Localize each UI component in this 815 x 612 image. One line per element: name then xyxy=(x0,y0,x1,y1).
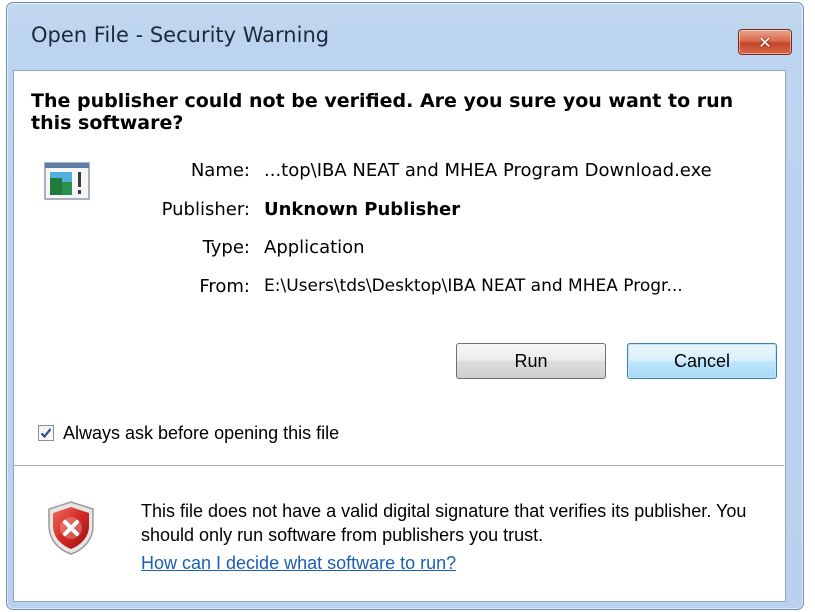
close-icon: ✕ xyxy=(758,32,772,52)
checkmark-icon xyxy=(40,428,52,439)
from-value: E:\Users\tds\Desktop\IBA NEAT and MHEA P… xyxy=(264,276,683,296)
always-ask-label[interactable]: Always ask before opening this file xyxy=(63,423,339,444)
run-button[interactable]: Run xyxy=(456,343,606,379)
from-label: From: xyxy=(199,276,250,297)
close-button[interactable]: ✕ xyxy=(738,29,792,55)
publisher-label: Publisher: xyxy=(161,199,250,220)
name-label: Name: xyxy=(190,160,250,181)
title-bar[interactable]: Open File - Security Warning ✕ xyxy=(7,3,803,73)
from-row: From: E:\Users\tds\Desktop\IBA NEAT and … xyxy=(0,276,815,302)
publisher-row: Publisher: Unknown Publisher xyxy=(0,199,815,225)
publisher-value: Unknown Publisher xyxy=(264,199,461,220)
type-label: Type: xyxy=(202,237,250,258)
cancel-button[interactable]: Cancel xyxy=(627,343,777,379)
always-ask-checkbox[interactable] xyxy=(38,425,54,441)
security-shield-error-icon xyxy=(48,501,94,555)
name-value: ...top\IBA NEAT and MHEA Program Downloa… xyxy=(264,160,712,181)
name-row: Name: ...top\IBA NEAT and MHEA Program D… xyxy=(0,160,815,186)
type-value: Application xyxy=(264,237,365,258)
warning-message: This file does not have a valid digital … xyxy=(141,501,747,545)
warning-heading: The publisher could not be verified. Are… xyxy=(31,90,734,134)
type-row: Type: Application xyxy=(0,237,815,263)
window-title: Open File - Security Warning xyxy=(31,23,330,47)
help-link[interactable]: How can I decide what software to run? xyxy=(141,553,456,574)
